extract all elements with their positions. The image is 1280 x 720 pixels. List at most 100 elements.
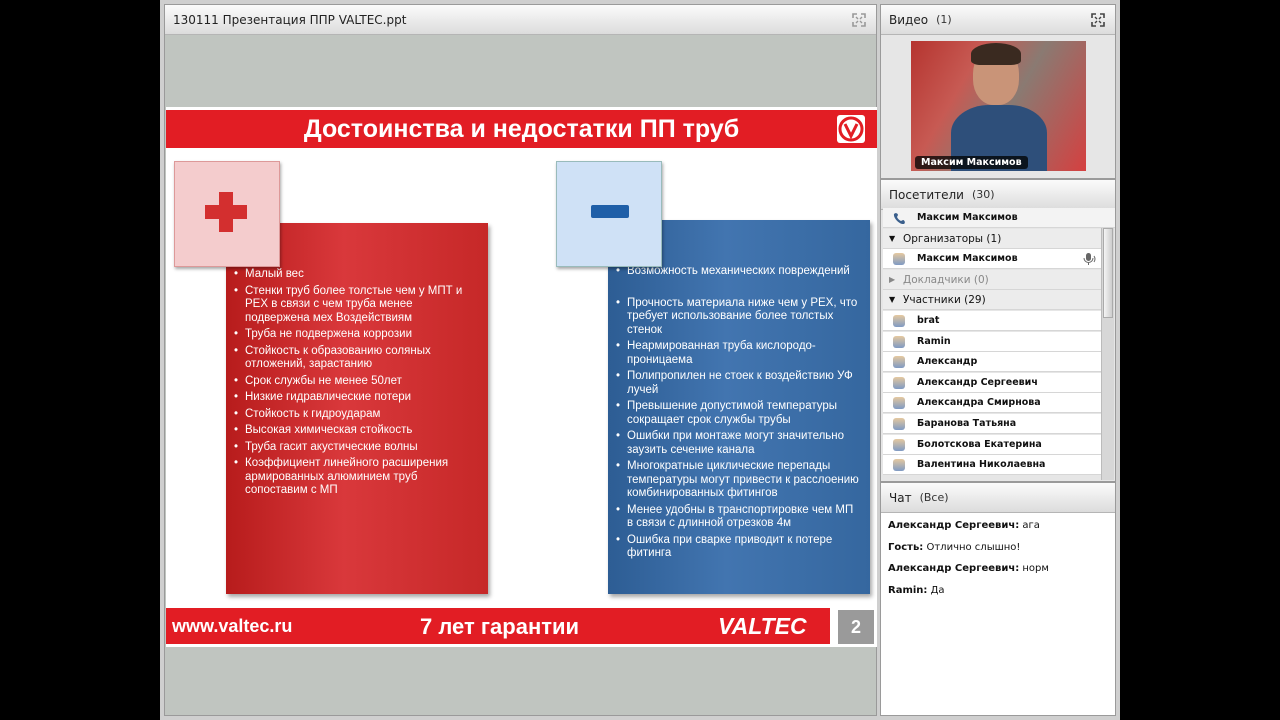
expand-triangle-icon: ▼: [889, 295, 896, 304]
participant-name: Баранова Татьяна: [917, 418, 1017, 429]
attendees-count: (30): [971, 188, 995, 201]
fullscreen-icon[interactable]: [852, 13, 866, 27]
user-icon: [893, 459, 905, 472]
chat-message: Гость: Отлично слышно!: [888, 542, 1020, 553]
cons-item: Превышение допустимой температуры сокращ…: [616, 400, 860, 427]
minus-box: [556, 161, 662, 267]
chat-message: Александр Сергеевич: норм: [888, 563, 1049, 574]
slide-title: Достоинства и недостатки ПП труб: [303, 115, 740, 143]
pros-list: Малый вес Стенки труб более толстые чем у…: [234, 268, 472, 501]
participant-row[interactable]: Болотскова Екатерина: [883, 434, 1101, 455]
group-participants-label: Участники (29): [903, 293, 986, 306]
participant-row[interactable]: Александр Сергеевич: [883, 372, 1101, 393]
attendees-scrollbar[interactable]: [1101, 228, 1114, 480]
chat-author: Гость:: [888, 541, 924, 553]
user-icon: [893, 376, 905, 389]
participant-row[interactable]: Александр: [883, 352, 1101, 373]
phone-icon: [893, 213, 905, 224]
footer-url: www.valtec.ru: [172, 616, 293, 636]
chat-author: Ramin:: [888, 584, 928, 596]
cons-item: Неармированная труба кислородо-проницаем…: [616, 340, 860, 367]
user-icon: [893, 335, 905, 348]
pros-item: Малый вес: [234, 268, 472, 282]
fullscreen-icon[interactable]: [1091, 13, 1105, 27]
participant-row[interactable]: brat: [883, 311, 1101, 331]
presentation-pod: 130111 Презентация ППР VALTEC.ppt Достои…: [164, 4, 877, 716]
chat-message: Ramin: Да: [888, 585, 945, 596]
group-presenters[interactable]: ▶ Докладчики (0): [883, 270, 1101, 290]
chat-pod: Чат (Все) Александр Сергеевич: ага Гость:…: [880, 482, 1116, 716]
chat-text: Да: [927, 584, 945, 596]
chat-title: Чат: [889, 490, 912, 505]
participant-row[interactable]: Валентина Николаевна: [883, 455, 1101, 476]
pros-item: Стенки труб более толстые чем у МПТ и PE…: [234, 285, 472, 326]
video-count: (1): [936, 13, 952, 26]
group-participants[interactable]: ▼ Участники (29): [883, 290, 1101, 310]
host-row[interactable]: Максим Максимов: [883, 249, 1101, 269]
cons-item: Полипропилен не стоек к воздействию УФ л…: [616, 370, 860, 397]
cons-item: Многократные циклические перепады темпер…: [616, 460, 860, 501]
collapsed-triangle-icon: ▶: [889, 275, 896, 284]
attendees-title: Посетители: [889, 187, 964, 202]
slide-footer: www.valtec.ru 7 лет гарантии VALTEC: [166, 607, 830, 644]
user-icon: [893, 418, 905, 430]
participant-row[interactable]: Александра Смирнова: [883, 393, 1101, 414]
pros-item: Высокая химическая стойкость: [234, 424, 472, 438]
group-presenters-label: Докладчики (0): [903, 273, 989, 286]
valtec-logo-icon: [837, 115, 865, 143]
chat-author: Александр Сергеевич:: [888, 520, 1020, 531]
participant-name: brat: [917, 315, 940, 326]
host-user-icon: [893, 253, 905, 265]
cons-panel: Возможность механических поврежденийПроч…: [608, 220, 870, 594]
plus-icon: [205, 192, 247, 232]
pros-item: Стойкость к гидроударам: [234, 408, 472, 422]
chat-pod-header: Чат (Все): [881, 483, 1115, 513]
cons-list: Возможность механических поврежденийПроч…: [616, 265, 860, 564]
participant-row[interactable]: Ramin: [883, 331, 1101, 352]
footer-guarantee: 7 лет гарантии: [420, 614, 580, 639]
host-name: Максим Максимов: [917, 253, 1018, 264]
cons-item: Ошибки при монтаже могут значительно зау…: [616, 430, 860, 457]
chat-text: норм: [1019, 563, 1049, 574]
attendees-pod: Посетители (30) Максим Максимов ▼ Органи…: [880, 179, 1116, 482]
video-title: Видео: [889, 12, 929, 27]
speaker-name-tag: Максим Максимов: [915, 156, 1028, 169]
presentation-title: 130111 Презентация ППР VALTEC.ppt: [173, 12, 407, 27]
cons-item: Прочность материала ниже чем у PEX, что …: [616, 297, 860, 338]
presentation-pod-header: 130111 Презентация ППР VALTEC.ppt: [165, 5, 876, 35]
video-pod-header: Видео (1): [881, 5, 1115, 35]
user-icon: [893, 438, 905, 451]
user-icon: [893, 356, 905, 369]
pros-item: Стойкость к образованию соляных отложени…: [234, 345, 472, 372]
video-pod: Видео (1) Максим Максимов: [880, 4, 1116, 179]
participant-name: Александр: [917, 356, 978, 368]
participant-name: Ramin: [917, 335, 951, 347]
attendees-pod-header: Посетители (30): [881, 180, 1115, 210]
expand-triangle-icon: ▼: [889, 234, 896, 243]
pros-item: Срок службы не менее 50лет: [234, 375, 472, 389]
current-user-row[interactable]: Максим Максимов: [883, 208, 1115, 228]
cons-item: Менее удобны в транспортировке чем МП в …: [616, 504, 860, 531]
slide-title-bar: Достоинства и недостатки ПП труб: [166, 110, 877, 148]
group-hosts-label: Организаторы (1): [903, 232, 1002, 245]
participant-name: Александра Смирнова: [917, 397, 1041, 409]
chat-messages: Александр Сергеевич: ага Гость: Отлично с…: [881, 513, 1115, 715]
pros-item: Коэффициент линейного расширения армиров…: [234, 457, 472, 498]
chat-scope[interactable]: (Все): [920, 491, 949, 504]
participant-name: Александр Сергеевич: [917, 376, 1038, 388]
footer-brand: VALTEC: [718, 613, 807, 639]
participant-name: Болотскова Екатерина: [917, 438, 1042, 450]
user-icon: [893, 397, 905, 410]
webcam-video[interactable]: Максим Максимов: [911, 41, 1086, 171]
chat-author: Александр Сергеевич:: [888, 563, 1020, 574]
pros-item: Низкие гидравлические потери: [234, 391, 472, 405]
user-icon: [893, 315, 905, 327]
slide-page-number: 2: [838, 610, 874, 644]
slide: Достоинства и недостатки ПП труб Малый в…: [166, 107, 877, 647]
microphone-icon: [1083, 253, 1096, 265]
attendees-scroll-thumb[interactable]: [1103, 228, 1113, 318]
participant-row[interactable]: Баранова Татьяна: [883, 414, 1101, 434]
speaker-hair: [971, 43, 1021, 65]
chat-message: Александр Сергеевич: ага: [888, 520, 1040, 531]
group-hosts[interactable]: ▼ Организаторы (1): [883, 229, 1101, 249]
